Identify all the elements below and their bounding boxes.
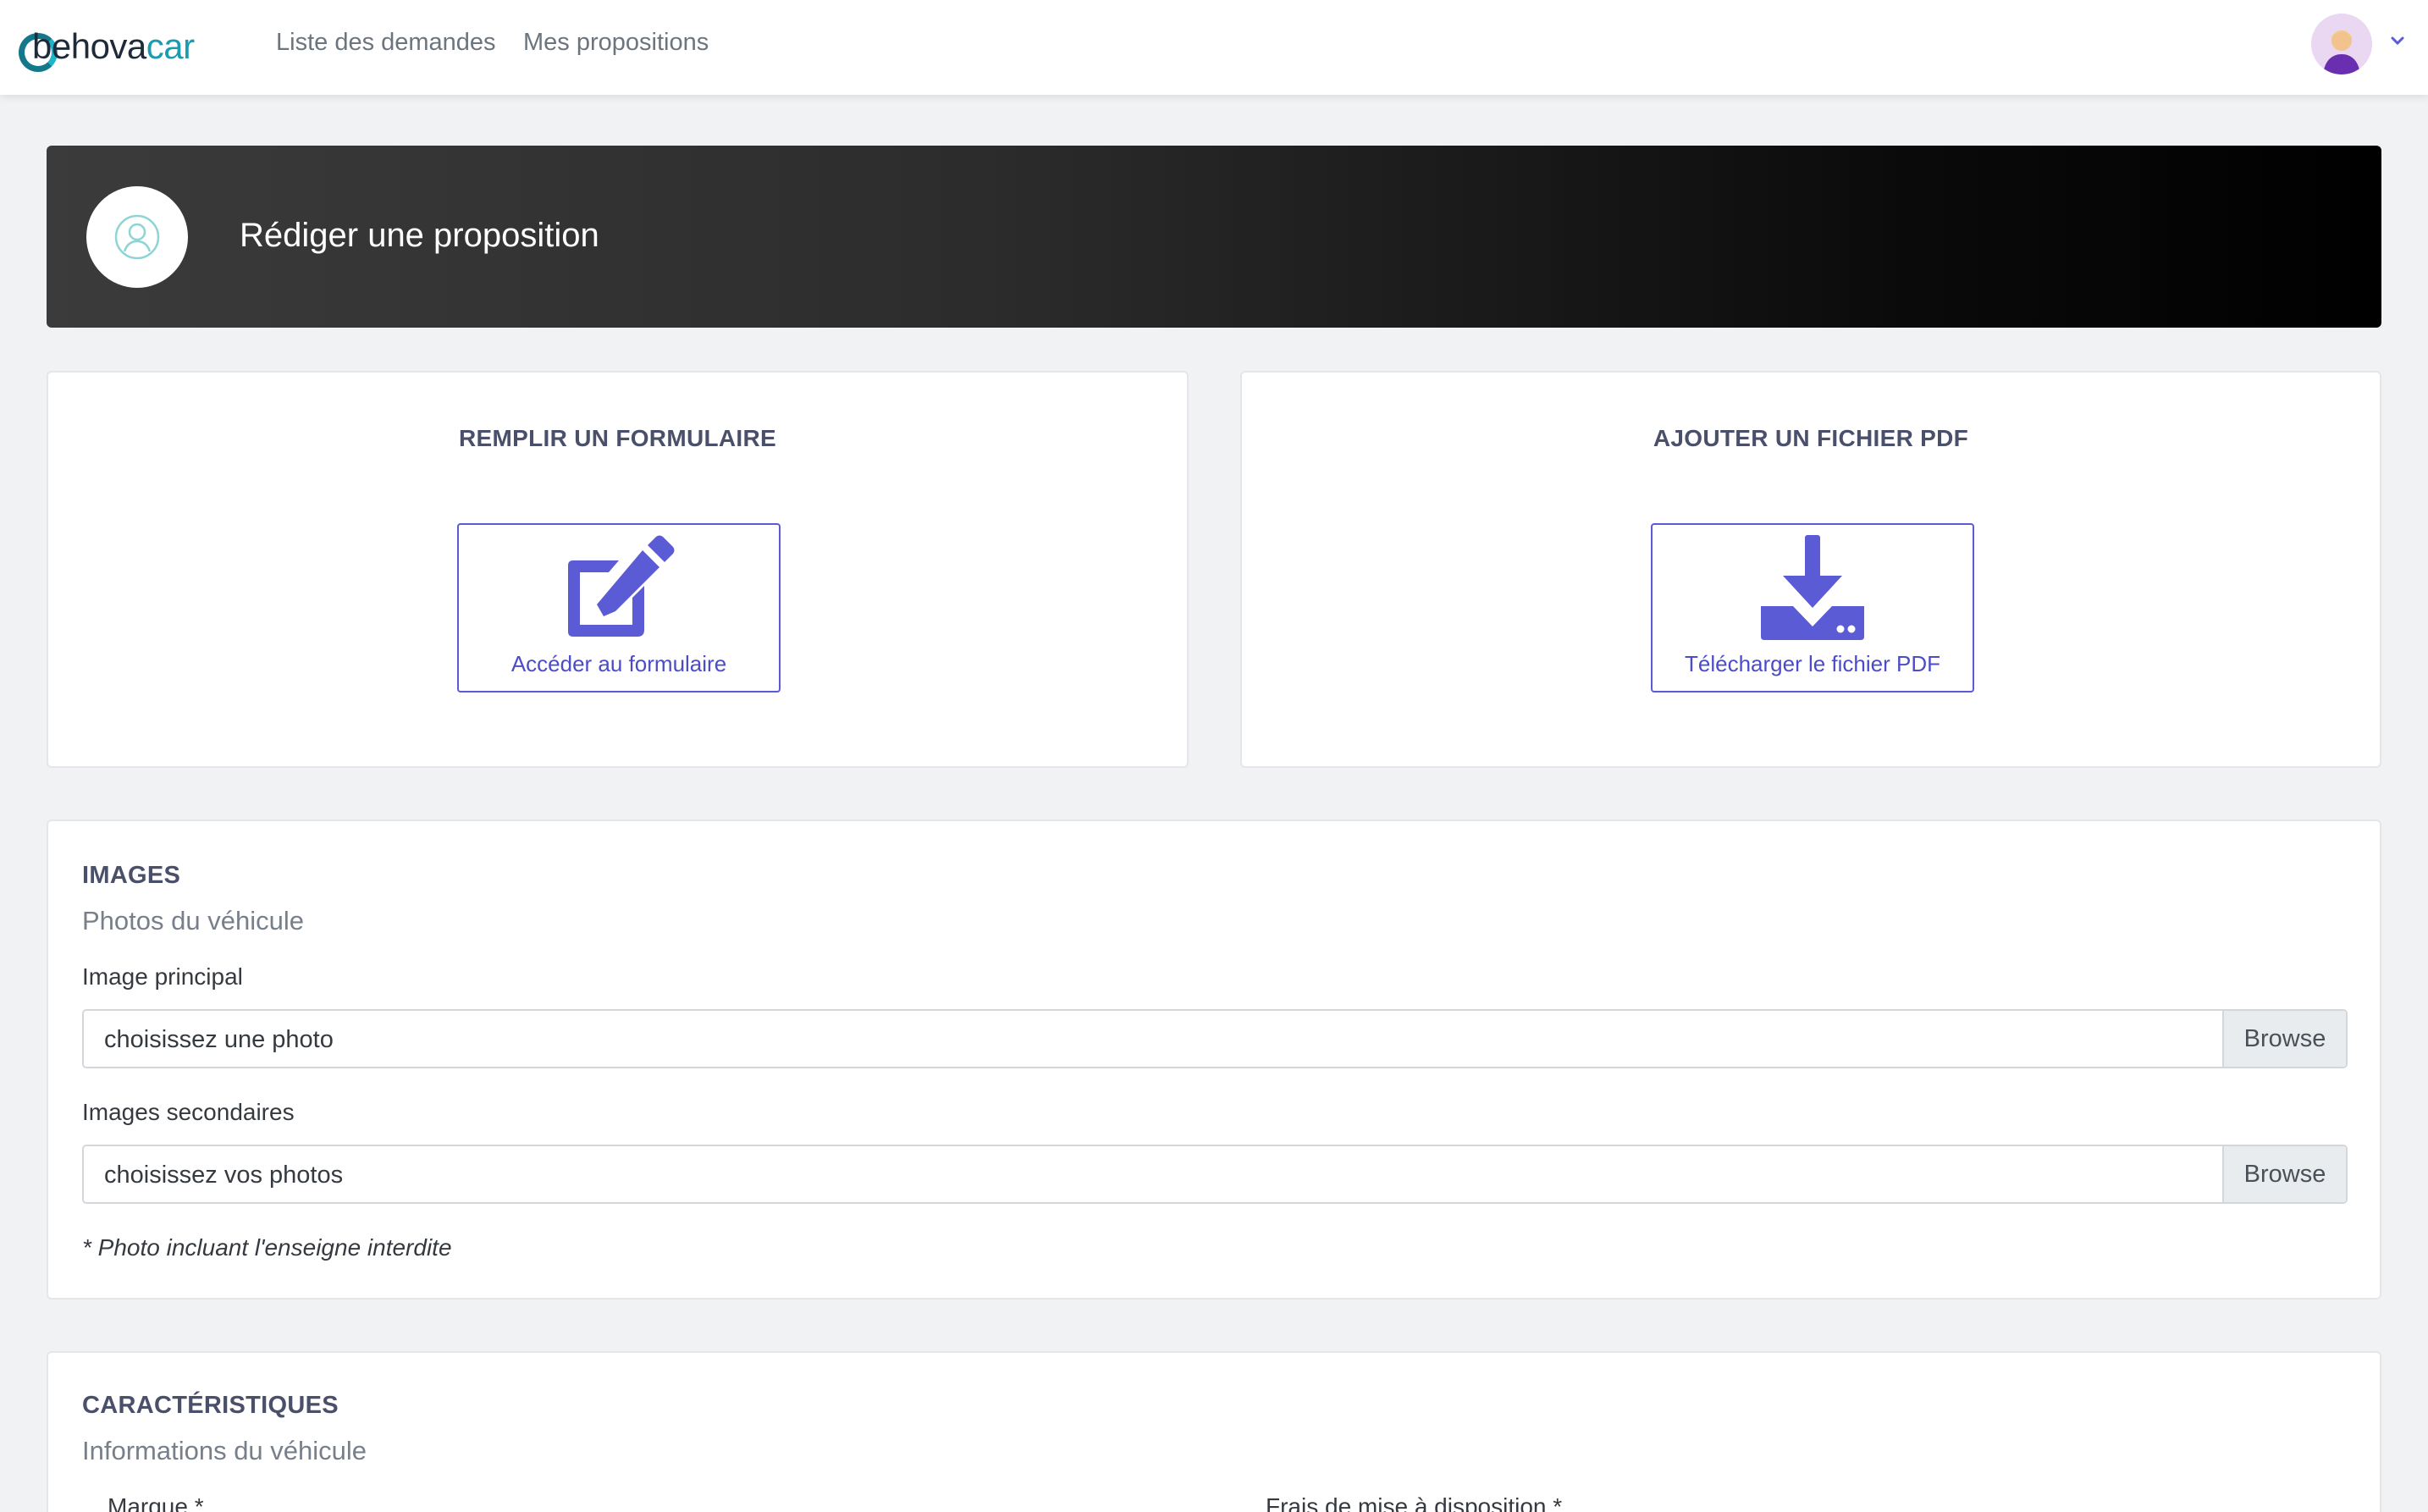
nav-link-proposals[interactable]: Mes propositions <box>523 29 709 57</box>
access-form-button[interactable]: Accéder au formulaire <box>457 523 781 693</box>
avatar-person-icon <box>2311 14 2372 74</box>
images-section: IMAGES Photos du véhicule Image principa… <box>47 819 2381 1300</box>
brand-label: Marque * <box>108 1493 204 1512</box>
user-avatar[interactable] <box>2311 14 2372 74</box>
download-icon <box>1761 535 1864 640</box>
main-image-label: Image principal <box>82 963 243 990</box>
main-image-placeholder: choisissez une photo <box>104 1026 334 1053</box>
top-navbar: behova car Liste des demandes Mes proposi… <box>0 0 2428 95</box>
characteristics-section-subtitle: Informations du véhicule <box>82 1436 367 1465</box>
page-header-banner: Rédiger une proposition <box>47 146 2381 328</box>
main-image-browse-button[interactable]: Browse <box>2222 1011 2346 1067</box>
download-pdf-button-label: Télécharger le fichier PDF <box>1685 651 1940 676</box>
images-section-subtitle: Photos du véhicule <box>82 906 304 935</box>
add-pdf-card: AJOUTER UN FICHIER PDF Télécharger le fi… <box>1240 371 2381 768</box>
banner-avatar <box>86 186 188 288</box>
fill-form-title: REMPLIR UN FORMULAIRE <box>459 425 776 451</box>
secondary-images-browse-button[interactable]: Browse <box>2222 1146 2346 1202</box>
photo-note: * Photo incluant l'enseigne interdite <box>82 1234 452 1261</box>
chevron-down-icon[interactable] <box>2386 29 2409 52</box>
edit-icon <box>568 535 675 637</box>
behovacar-logo[interactable]: behova car <box>19 20 195 73</box>
nav-link-requests[interactable]: Liste des demandes <box>276 29 496 57</box>
user-outline-icon <box>114 214 160 260</box>
logo-text-suffix: car <box>146 26 195 66</box>
access-form-button-label: Accéder au formulaire <box>510 651 727 676</box>
characteristics-section: CARACTÉRISTIQUES Informations du véhicul… <box>47 1351 2381 1512</box>
secondary-images-label: Images secondaires <box>82 1099 295 1125</box>
logo-text-prefix: behova <box>32 26 146 66</box>
page-title: Rédiger une proposition <box>240 217 599 254</box>
images-section-title: IMAGES <box>82 862 181 889</box>
main-image-file-input[interactable]: choisissez une photo Browse <box>82 1009 2348 1068</box>
secondary-images-file-input[interactable]: choisissez vos photos Browse <box>82 1145 2348 1204</box>
fill-form-card: REMPLIR UN FORMULAIRE Accéder au formula… <box>47 371 1189 768</box>
fees-label: Frais de mise à disposition * <box>1266 1493 1563 1512</box>
secondary-images-placeholder: choisissez vos photos <box>104 1162 344 1189</box>
characteristics-section-title: CARACTÉRISTIQUES <box>82 1392 339 1419</box>
download-pdf-button[interactable]: Télécharger le fichier PDF <box>1651 523 1974 693</box>
add-pdf-title: AJOUTER UN FICHIER PDF <box>1653 425 1969 451</box>
